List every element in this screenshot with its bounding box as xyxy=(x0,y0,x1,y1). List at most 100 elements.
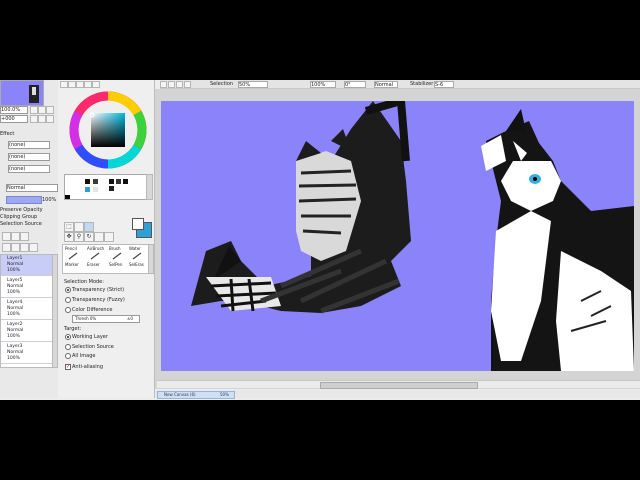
layer-panel: 100.0% +000 Effect (none) (none) (none) … xyxy=(0,80,59,398)
hsv-slider-toggle-icon[interactable] xyxy=(76,81,84,88)
scratchpad-swatches xyxy=(65,179,128,199)
toolbar-icon[interactable] xyxy=(168,81,175,88)
rotate-right-icon[interactable] xyxy=(38,115,46,123)
rgb-slider-toggle-icon[interactable] xyxy=(68,81,76,88)
threshold-value: ±0 xyxy=(127,316,133,321)
scratchpad-toggle-icon[interactable] xyxy=(92,81,100,88)
radio-working-layer[interactable] xyxy=(65,334,71,340)
blend-mode-select[interactable]: Normal xyxy=(374,81,398,88)
layer-opacity-slider[interactable] xyxy=(6,196,42,204)
scrollbar-thumb[interactable] xyxy=(320,382,478,389)
layer-mode: Normal xyxy=(7,306,24,311)
layer-item-4[interactable]: Layer3 Normal 100% xyxy=(1,343,52,364)
color-wheel[interactable] xyxy=(66,89,150,171)
selection-mode-title: Selection Mode: xyxy=(64,279,104,285)
preserve-opacity-label[interactable]: Preserve Opacity xyxy=(0,207,43,213)
tool-brush-icons xyxy=(68,252,142,260)
radio-transparency-fuzzy[interactable] xyxy=(65,297,71,303)
canvas-tab-label: New Canvas (6) xyxy=(164,392,196,397)
paint-tool-sai-window: Selection 50% 100% 0° Normal Stabilizer … xyxy=(0,80,640,400)
selection-tool-icon[interactable]: ⬚ xyxy=(64,222,74,232)
navigator-preview[interactable] xyxy=(0,80,44,106)
zoom-field[interactable]: 100% xyxy=(310,81,336,88)
new-layer-icon[interactable] xyxy=(2,232,11,241)
navigator-thumbnail xyxy=(1,81,43,105)
layer-item-3[interactable]: Layer2 Normal 100% xyxy=(1,321,52,342)
brush-tool-grid: Pencil AirBrush Brush Water Marker Erase… xyxy=(62,244,150,274)
option-all-image: All Image xyxy=(72,353,96,359)
effect-label: Effect xyxy=(0,131,15,137)
option-color-difference: Color Difference xyxy=(72,307,113,313)
texture-select[interactable]: (none) xyxy=(8,141,50,149)
scratchpad[interactable] xyxy=(64,174,148,200)
layer-item-2[interactable]: Layer4 Normal 100% xyxy=(1,299,52,320)
magic-wand-tool-icon[interactable] xyxy=(84,222,94,232)
layer-opacity: 100% xyxy=(7,356,20,361)
toolbar-icon[interactable] xyxy=(176,81,183,88)
radio-color-difference[interactable] xyxy=(65,307,71,313)
swatches-toggle-icon[interactable] xyxy=(84,81,92,88)
selection-value-field[interactable]: 50% xyxy=(238,81,268,88)
clear-layer-icon[interactable] xyxy=(29,243,38,252)
antialias-checkbox[interactable]: ✓ xyxy=(65,364,71,370)
navigator-angle[interactable]: +000 xyxy=(0,115,28,123)
radio-selection-source[interactable] xyxy=(65,344,71,350)
move-tool-icon[interactable]: ✥ xyxy=(64,232,74,242)
radio-transparency-strict[interactable] xyxy=(65,287,71,293)
new-folder-icon[interactable] xyxy=(20,232,29,241)
extra-select[interactable]: (none) xyxy=(8,165,50,173)
layer-item-1[interactable]: Layer5 Normal 100% xyxy=(1,277,52,298)
layer-name: Layer4 xyxy=(7,300,23,305)
canvas-horizontal-scrollbar[interactable] xyxy=(157,380,640,389)
selection-label: Selection xyxy=(210,81,234,87)
new-linework-layer-icon[interactable] xyxy=(11,232,20,241)
layer-item-0[interactable]: Layer1 Normal 100% xyxy=(1,255,52,276)
canvas-viewport[interactable] xyxy=(155,89,640,389)
option-working-layer: Working Layer xyxy=(72,334,108,340)
threshold-label: Thresh 0% xyxy=(75,316,97,321)
move-arrows-icon: ✥ xyxy=(66,233,72,240)
transfer-down-icon[interactable] xyxy=(2,243,11,252)
lasso-tool-icon[interactable] xyxy=(74,222,84,232)
zoom-in-icon[interactable] xyxy=(38,106,46,114)
top-toolbar: Selection 50% 100% 0° Normal Stabilizer … xyxy=(160,80,640,89)
layer-opacity: 100% xyxy=(7,268,20,273)
toolbar-icon[interactable] xyxy=(184,81,191,88)
zoom-reset-icon[interactable] xyxy=(46,106,54,114)
option-transparency-strict: Transparency (Strict) xyxy=(72,287,125,293)
drawing-canvas[interactable] xyxy=(161,101,634,371)
clipping-group-label[interactable]: Clipping Group xyxy=(0,214,37,220)
stabilizer-label: Stabilizer xyxy=(410,81,434,87)
eyedropper-tool-icon[interactable] xyxy=(104,232,114,242)
color-wheel-toggle-icon[interactable] xyxy=(60,81,68,88)
secondary-color-swatch[interactable] xyxy=(132,218,144,230)
rotate-reset-icon[interactable] xyxy=(46,115,54,123)
navigator-zoom[interactable]: 100.0% xyxy=(0,106,28,114)
layer-opacity-value: 100% xyxy=(42,197,57,203)
layer-mode: Normal xyxy=(7,262,24,267)
target-title: Target: xyxy=(64,326,82,332)
layer-name: Layer5 xyxy=(7,278,23,283)
rotate-tool-icon[interactable]: ↻ xyxy=(84,232,94,242)
layer-name: Layer2 xyxy=(7,322,23,327)
zoom-tool-icon[interactable]: ⚲ xyxy=(74,232,84,242)
angle-field[interactable]: 0° xyxy=(344,81,366,88)
delete-layer-icon[interactable] xyxy=(20,243,29,252)
radio-all-image[interactable] xyxy=(65,353,71,359)
canvas-tab[interactable]: New Canvas (6) 50% xyxy=(157,391,235,399)
scratchpad-scrollbar[interactable] xyxy=(146,174,153,200)
merge-down-icon[interactable] xyxy=(11,243,20,252)
layer-mode: Normal xyxy=(7,328,24,333)
toolbar-icon[interactable] xyxy=(160,81,167,88)
tool-grid-scrollbar[interactable] xyxy=(148,244,154,274)
effect-select[interactable]: (none) xyxy=(8,153,50,161)
selection-source-label[interactable]: Selection Source xyxy=(0,221,42,227)
rotate-left-icon[interactable] xyxy=(30,115,38,123)
zoom-out-icon[interactable] xyxy=(30,106,38,114)
stabilizer-select[interactable]: S-6 xyxy=(434,81,454,88)
magnifier-icon: ⚲ xyxy=(76,233,82,240)
layer-blend-select[interactable]: Normal xyxy=(6,184,58,192)
threshold-slider[interactable]: Thresh 0% ±0 xyxy=(72,315,140,323)
option-transparency-fuzzy: Transparency (Fuzzy) xyxy=(72,297,125,303)
hand-tool-icon[interactable] xyxy=(94,232,104,242)
